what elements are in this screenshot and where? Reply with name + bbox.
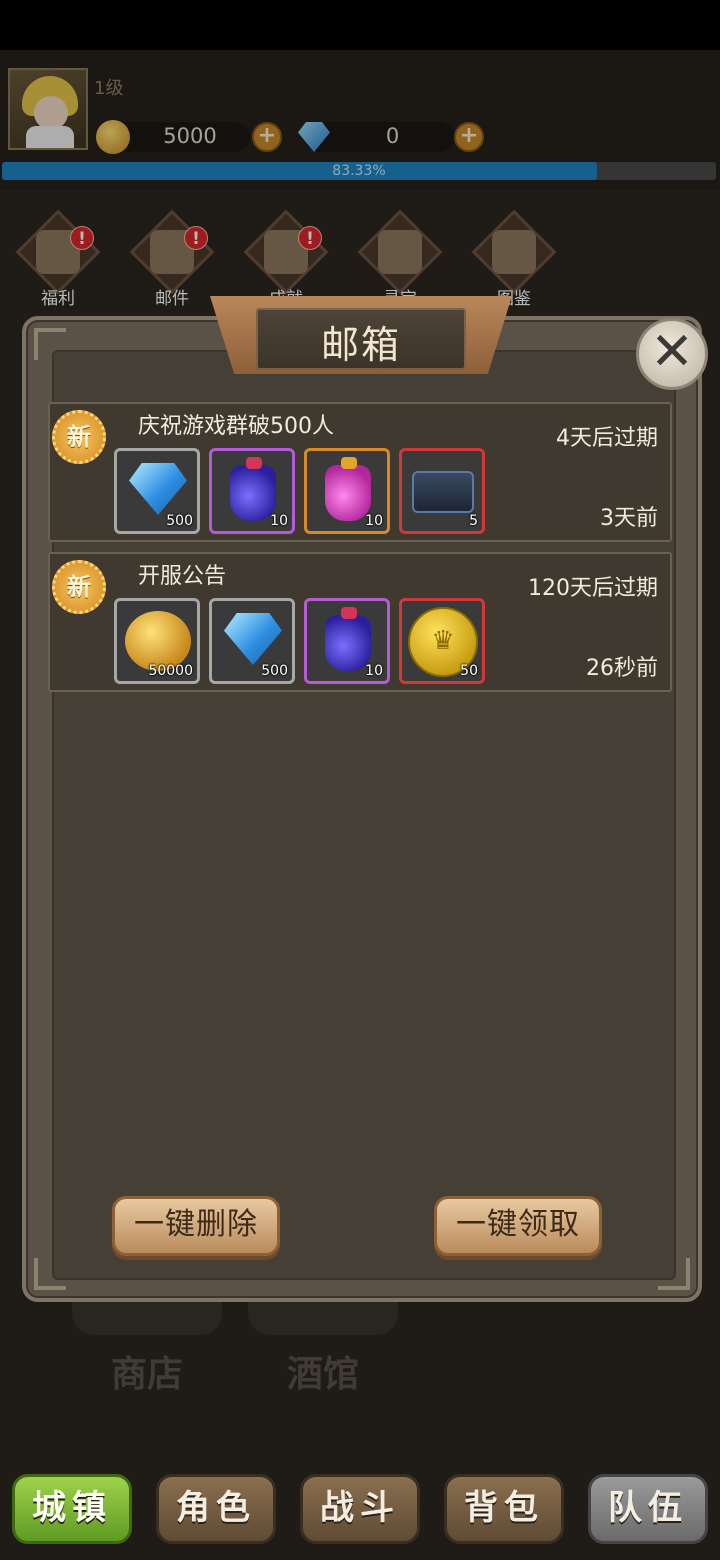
- attachment-slot[interactable]: 500: [209, 598, 295, 684]
- item-count: 500: [261, 663, 288, 679]
- mailbox-title: 邮箱: [320, 323, 401, 367]
- mail-item[interactable]: 新 庆祝游戏群破500人 4天后过期 3天前 500 10 10 5: [48, 402, 672, 542]
- nav-character[interactable]: 角色: [156, 1474, 276, 1544]
- item-count: 5: [469, 513, 478, 529]
- new-badge: 新: [52, 560, 106, 614]
- potion-cork: [341, 607, 357, 619]
- attachment-slot[interactable]: 10: [209, 448, 295, 534]
- nav-battle[interactable]: 战斗: [300, 1474, 420, 1544]
- potion-cork: [246, 457, 262, 469]
- claim-all-button[interactable]: 一键领取: [434, 1196, 602, 1256]
- nav-team[interactable]: 队伍: [588, 1474, 708, 1544]
- corner-ornament: [658, 1258, 690, 1290]
- delete-all-button[interactable]: 一键删除: [112, 1196, 280, 1256]
- item-count: 50000: [148, 663, 193, 679]
- potion-cork: [341, 457, 357, 469]
- mail-title: 开服公告: [138, 564, 227, 589]
- chest-icon: [412, 471, 474, 513]
- attachment-slot[interactable]: 50000: [114, 598, 200, 684]
- gem-icon: [129, 463, 187, 515]
- corner-ornament: [34, 328, 66, 360]
- corner-ornament: [34, 1258, 66, 1290]
- mail-expire: 120天后过期: [528, 576, 658, 601]
- item-count: 50: [460, 663, 478, 679]
- attachment-slot[interactable]: 10: [304, 448, 390, 534]
- attachment-slot[interactable]: 5: [399, 448, 485, 534]
- gold-coins-icon: [125, 611, 191, 671]
- gem-icon: [224, 613, 282, 665]
- item-count: 10: [365, 663, 383, 679]
- attachment-slot[interactable]: ♛ 50: [399, 598, 485, 684]
- mail-time: 26秒前: [586, 656, 658, 681]
- item-count: 10: [270, 513, 288, 529]
- mail-time: 3天前: [600, 506, 658, 531]
- nav-town[interactable]: 城镇: [12, 1474, 132, 1544]
- new-badge: 新: [52, 410, 106, 464]
- attachment-slot[interactable]: 10: [304, 598, 390, 684]
- mail-item[interactable]: 新 开服公告 120天后过期 26秒前 50000 500 10 ♛ 50: [48, 552, 672, 692]
- item-count: 10: [365, 513, 383, 529]
- close-button[interactable]: ✕: [636, 318, 708, 390]
- attachment-slot[interactable]: 500: [114, 448, 200, 534]
- mail-expire: 4天后过期: [556, 426, 658, 451]
- nav-backpack[interactable]: 背包: [444, 1474, 564, 1544]
- item-count: 500: [166, 513, 193, 529]
- close-icon: ✕: [650, 322, 694, 382]
- mail-title: 庆祝游戏群破500人: [138, 414, 334, 439]
